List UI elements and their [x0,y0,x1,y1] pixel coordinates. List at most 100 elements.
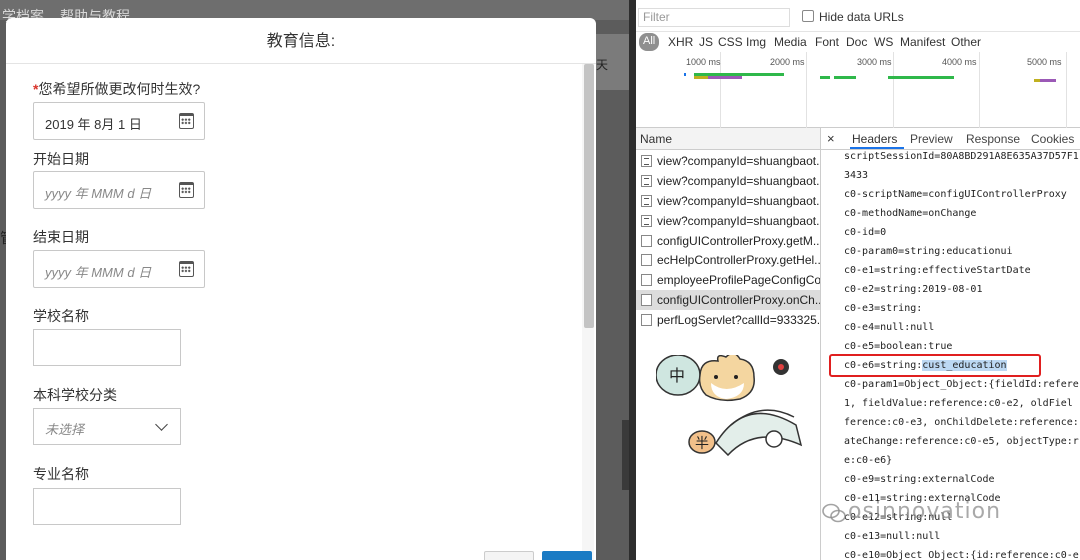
request-name: view?companyId=shuangbaot... [657,214,820,228]
filter-bar: Filter Hide data URLs [636,0,1080,32]
timeline-bar [834,76,856,79]
request-row[interactable]: view?companyId=shuangbaot... [636,171,820,191]
strip-text: 天 [596,58,609,72]
effective-date-label-text: 您希望所做更改何时生效? [38,81,201,97]
watermark-text: osinnovation [848,499,1002,524]
request-name: employeeProfilePageConfigCo... [657,273,820,287]
doc-icon [641,254,652,266]
request-row[interactable]: view?companyId=shuangbaot... [636,211,820,231]
end-date-input[interactable]: yyyy 年 MMM d 日 [33,250,205,288]
request-name: configUIControllerProxy.onCh... [657,293,820,307]
school-name-input[interactable] [33,329,181,366]
type-filter-ws[interactable]: WS [874,35,893,49]
request-row[interactable]: ecHelpControllerProxy.getHel... [636,250,820,270]
payload-line: c0-e10=Object_Object:{id:reference:c0-e [844,550,1079,560]
timeline-bar [708,76,742,79]
doc-icon [641,274,652,286]
request-row[interactable]: configUIControllerProxy.getM... [636,231,820,251]
school-category-select[interactable]: 未选择 [33,408,181,445]
timeline-gridline [1066,52,1067,128]
annotation-red-box [829,354,1041,377]
image-icon [641,155,652,167]
image-icon [641,195,652,207]
chevron-down-icon [155,418,168,431]
school-category-label: 本科学校分类 [33,387,117,403]
type-filter-all[interactable]: All [639,33,660,51]
calendar-icon[interactable] [179,182,194,198]
request-name: view?companyId=shuangbaot... [657,154,820,168]
major-name-input[interactable] [33,488,181,525]
calendar-icon[interactable] [179,261,194,277]
timeline-tick: 2000 ms [770,57,805,67]
calendar-icon[interactable] [179,113,194,129]
end-date-label: 结束日期 [33,229,89,245]
close-icon[interactable]: × [827,131,835,146]
tab-cookies[interactable]: Cookies [1031,132,1074,146]
request-name: perfLogServlet?callId=933325... [657,313,820,327]
payload-line: 3433 [844,170,869,181]
tab-headers[interactable]: Headers [852,132,897,146]
timeline-gridline [893,52,894,128]
type-filter-manifest[interactable]: Manifest [900,35,945,49]
request-row[interactable]: perfLogServlet?callId=933325... [636,310,820,330]
tab-response[interactable]: Response [966,132,1020,146]
start-date-input[interactable]: yyyy 年 MMM d 日 [33,171,205,209]
resource-type-filters: All XHR JS CSS Img Media Font Doc WS Man… [636,32,1080,52]
end-date-placeholder: yyyy 年 MMM d 日 [45,265,152,280]
payload-line: c0-id=0 [844,227,887,238]
payload-line: c0-methodName=onChange [844,208,977,219]
request-name: view?companyId=shuangbaot... [657,194,820,208]
timeline-bar [1034,79,1040,82]
payload-line: c0-e3=string: [844,303,923,314]
hide-data-urls-label: Hide data URLs [819,10,904,24]
cancel-button[interactable] [484,551,534,560]
wechat-icon [822,503,846,523]
panel-divider[interactable] [629,0,636,560]
payload-line: c0-e4=null:null [844,322,935,333]
sticker-char-zhong: 中 [669,366,685,385]
filter-input[interactable]: Filter [638,8,790,27]
payload-line: c0-scriptName=configUIControllerProxy [844,189,1067,200]
type-filter-css[interactable]: CSS [718,35,743,49]
modal-scrollbar-thumb[interactable] [584,64,594,328]
request-row[interactable]: employeeProfilePageConfigCo... [636,270,820,290]
type-filter-img[interactable]: Img [746,35,766,49]
modal-title: 教育信息: [6,18,596,64]
type-filter-media[interactable]: Media [774,35,807,49]
doc-icon [641,314,652,326]
timeline-gridline [806,52,807,128]
cat-sticker-image: 中 半 [656,355,803,457]
payload-line: c0-e1=string:effectiveStartDate [844,265,1031,276]
save-button[interactable] [542,551,592,560]
hide-data-urls-checkbox[interactable] [802,10,814,22]
start-date-placeholder: yyyy 年 MMM d 日 [45,186,152,201]
type-filter-js[interactable]: JS [699,35,713,49]
tab-preview[interactable]: Preview [910,132,953,146]
payload-line: c0-e9=string:externalCode [844,474,995,485]
request-row[interactable]: view?companyId=shuangbaot... [636,191,820,211]
payload-line: ference:c0-e3, onChildDelete:reference: [844,417,1079,428]
type-filter-doc[interactable]: Doc [846,35,867,49]
payload-line: c0-e13=null:null [844,531,941,542]
payload-line: c0-param1=Object_Object:{fieldId:refere [844,379,1079,390]
request-row[interactable]: view?companyId=shuangbaot... [636,151,820,171]
effective-date-value: 2019 年 8月 1 日 [45,117,142,132]
education-modal: 教育信息: *您希望所做更改何时生效? 2019 年 8月 1 日 开始日期 y… [6,18,596,560]
type-filter-other[interactable]: Other [951,35,981,49]
type-filter-xhr[interactable]: XHR [668,35,693,49]
request-row-selected[interactable]: configUIControllerProxy.onCh... [636,290,820,310]
doc-icon [641,294,652,306]
timeline-gridline [979,52,980,128]
payload-line: e:c0-e6} [844,455,893,466]
image-icon [641,215,652,227]
school-category-placeholder: 未选择 [45,422,85,437]
network-timeline-overview[interactable]: 1000 ms 2000 ms 3000 ms 4000 ms 5000 ms [636,52,1080,128]
timeline-tick: 3000 ms [857,57,892,67]
effective-date-input[interactable]: 2019 年 8月 1 日 [33,102,205,140]
request-name: ecHelpControllerProxy.getHel... [657,253,820,267]
app-top-nav: 学档案 帮助与教程 [0,0,636,24]
type-filter-font[interactable]: Font [815,35,839,49]
name-column-header[interactable]: Name [636,128,820,150]
payload-line: ateChange:reference:c0-e5, objectType:r [844,436,1079,447]
timeline-tick: 4000 ms [942,57,977,67]
